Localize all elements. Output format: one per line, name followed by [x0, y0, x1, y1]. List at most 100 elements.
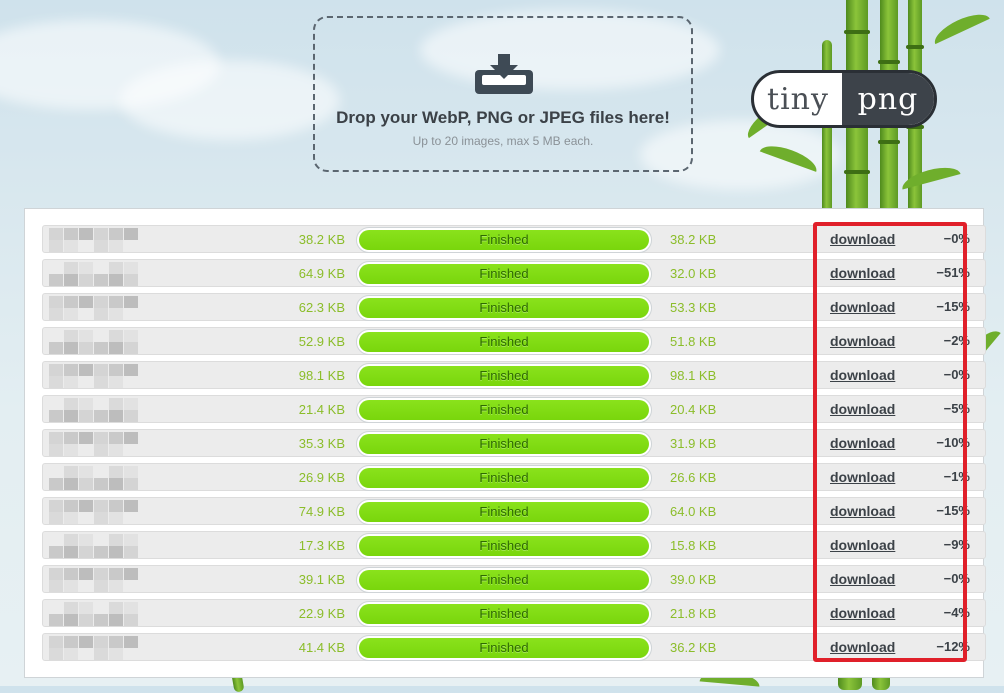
original-size: 26.9 KB — [298, 470, 345, 485]
status-label: Finished — [359, 298, 649, 318]
download-link[interactable]: download — [830, 367, 895, 383]
original-size: 35.3 KB — [298, 436, 345, 451]
status-label: Finished — [359, 604, 649, 624]
file-row: 22.9 KB Finished 21.8 KB download −4% — [42, 599, 986, 627]
original-size: 39.1 KB — [298, 572, 345, 587]
progress-bar: Finished — [356, 227, 652, 253]
file-thumbnail — [49, 330, 141, 354]
original-size: 98.1 KB — [298, 368, 345, 383]
file-thumbnail — [49, 568, 141, 592]
file-thumbnail — [49, 636, 141, 660]
download-link[interactable]: download — [830, 503, 895, 519]
logo-text-png: png — [842, 73, 934, 125]
file-row: 21.4 KB Finished 20.4 KB download −5% — [42, 395, 986, 423]
status-label: Finished — [359, 468, 649, 488]
file-row: 41.4 KB Finished 36.2 KB download −12% — [42, 633, 986, 661]
original-size: 38.2 KB — [298, 232, 345, 247]
file-row: 52.9 KB Finished 51.8 KB download −2% — [42, 327, 986, 355]
compressed-size: 15.8 KB — [670, 538, 717, 553]
compressed-size: 39.0 KB — [670, 572, 717, 587]
download-link[interactable]: download — [830, 401, 895, 417]
saving-percent: −2% — [943, 333, 970, 348]
file-thumbnail — [49, 364, 141, 388]
file-thumbnail — [49, 296, 141, 320]
progress-bar: Finished — [356, 601, 652, 627]
logo-text-tiny: tiny — [767, 81, 829, 117]
download-link[interactable]: download — [830, 537, 895, 553]
file-row: 98.1 KB Finished 98.1 KB download −0% — [42, 361, 986, 389]
file-thumbnail — [49, 228, 141, 252]
download-link[interactable]: download — [830, 435, 895, 451]
file-thumbnail — [49, 432, 141, 456]
download-link[interactable]: download — [830, 265, 895, 281]
file-thumbnail — [49, 466, 141, 490]
compressed-size: 20.4 KB — [670, 402, 717, 417]
original-size: 22.9 KB — [298, 606, 345, 621]
file-thumbnail — [49, 534, 141, 558]
status-label: Finished — [359, 230, 649, 250]
download-link[interactable]: download — [830, 605, 895, 621]
compressed-size: 21.8 KB — [670, 606, 717, 621]
saving-percent: −15% — [936, 299, 970, 314]
status-label: Finished — [359, 536, 649, 556]
original-size: 74.9 KB — [298, 504, 345, 519]
file-row: 17.3 KB Finished 15.8 KB download −9% — [42, 531, 986, 559]
saving-percent: −4% — [943, 605, 970, 620]
file-thumbnail — [49, 500, 141, 524]
drop-zone-subtitle: Up to 20 images, max 5 MB each. — [412, 134, 594, 148]
original-size: 62.3 KB — [298, 300, 345, 315]
status-label: Finished — [359, 638, 649, 658]
saving-percent: −15% — [936, 503, 970, 518]
download-link[interactable]: download — [830, 231, 895, 247]
original-size: 52.9 KB — [298, 334, 345, 349]
tinypng-logo[interactable]: tiny png — [751, 70, 937, 128]
progress-bar: Finished — [356, 635, 652, 661]
file-thumbnail — [49, 602, 141, 626]
compressed-size: 31.9 KB — [670, 436, 717, 451]
file-row: 38.2 KB Finished 38.2 KB download −0% — [42, 225, 986, 253]
saving-percent: −12% — [936, 639, 970, 654]
progress-bar: Finished — [356, 295, 652, 321]
saving-percent: −0% — [943, 367, 970, 382]
cloud — [120, 60, 340, 140]
compressed-size: 38.2 KB — [670, 232, 717, 247]
download-link[interactable]: download — [830, 333, 895, 349]
status-label: Finished — [359, 434, 649, 454]
file-thumbnail — [49, 262, 141, 286]
file-drop-zone[interactable]: Drop your WebP, PNG or JPEG files here! … — [313, 16, 693, 172]
file-thumbnail — [49, 398, 141, 422]
saving-percent: −5% — [943, 401, 970, 416]
results-panel: 38.2 KB Finished 38.2 KB download −0% 64.9 KB… — [24, 208, 986, 678]
saving-percent: −51% — [936, 265, 970, 280]
compressed-size: 32.0 KB — [670, 266, 717, 281]
progress-bar: Finished — [356, 567, 652, 593]
download-link[interactable]: download — [830, 469, 895, 485]
original-size: 41.4 KB — [298, 640, 345, 655]
drop-zone-title: Drop your WebP, PNG or JPEG files here! — [336, 108, 670, 127]
download-tray-icon — [475, 54, 533, 94]
download-link[interactable]: download — [830, 639, 895, 655]
download-link[interactable]: download — [830, 571, 895, 587]
progress-bar: Finished — [356, 465, 652, 491]
file-row: 26.9 KB Finished 26.6 KB download −1% — [42, 463, 986, 491]
saving-percent: −0% — [943, 571, 970, 586]
saving-percent: −10% — [936, 435, 970, 450]
progress-bar: Finished — [356, 397, 652, 423]
compressed-size: 98.1 KB — [670, 368, 717, 383]
compressed-size: 51.8 KB — [670, 334, 717, 349]
status-label: Finished — [359, 366, 649, 386]
file-row: 64.9 KB Finished 32.0 KB download −51% — [42, 259, 986, 287]
status-label: Finished — [359, 400, 649, 420]
progress-bar: Finished — [356, 431, 652, 457]
compressed-size: 26.6 KB — [670, 470, 717, 485]
original-size: 17.3 KB — [298, 538, 345, 553]
status-label: Finished — [359, 264, 649, 284]
compressed-size: 64.0 KB — [670, 504, 717, 519]
saving-percent: −1% — [943, 469, 970, 484]
download-link[interactable]: download — [830, 299, 895, 315]
file-row: 62.3 KB Finished 53.3 KB download −15% — [42, 293, 986, 321]
compressed-size: 53.3 KB — [670, 300, 717, 315]
original-size: 64.9 KB — [298, 266, 345, 281]
original-size: 21.4 KB — [298, 402, 345, 417]
progress-bar: Finished — [356, 533, 652, 559]
